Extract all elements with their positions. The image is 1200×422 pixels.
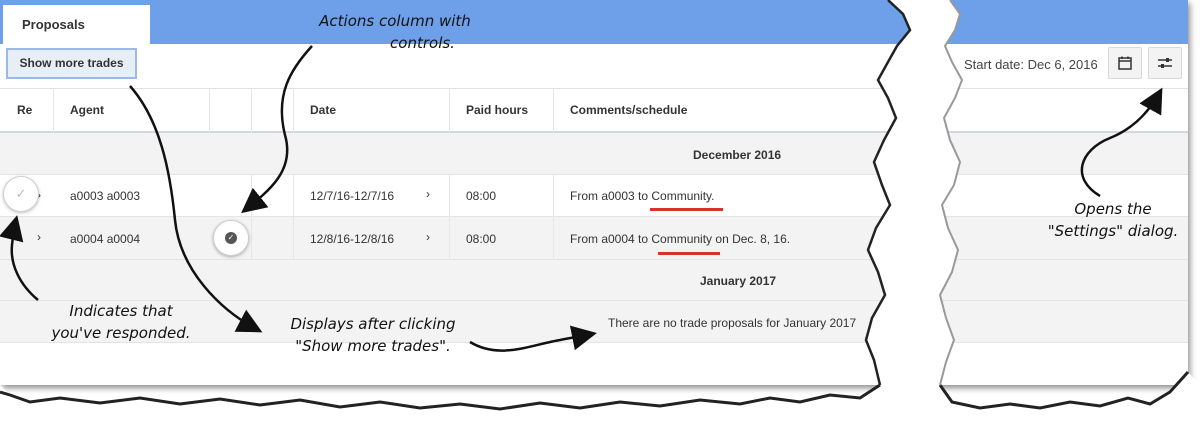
annotation-line: Actions column with xyxy=(319,12,471,30)
annotation-line: Displays after clicking xyxy=(290,315,456,333)
annotation-actions-column: Actions column with controls. xyxy=(295,10,495,54)
annotation-settings: Opens the "Settings" dialog. xyxy=(1038,198,1188,242)
annotation-line: "Show more trades". xyxy=(295,337,451,355)
annotation-displays-after: Displays after clicking "Show more trade… xyxy=(268,313,478,357)
annotation-line: Indicates that xyxy=(69,302,173,320)
annotation-arrows xyxy=(0,45,1163,352)
annotation-line: Opens the xyxy=(1074,200,1152,218)
annotation-line: controls. xyxy=(390,34,455,52)
annotation-line: you've responded. xyxy=(51,324,191,342)
annotation-responded: Indicates that you've responded. xyxy=(36,300,206,344)
annotation-line: "Settings" dialog. xyxy=(1047,222,1179,240)
